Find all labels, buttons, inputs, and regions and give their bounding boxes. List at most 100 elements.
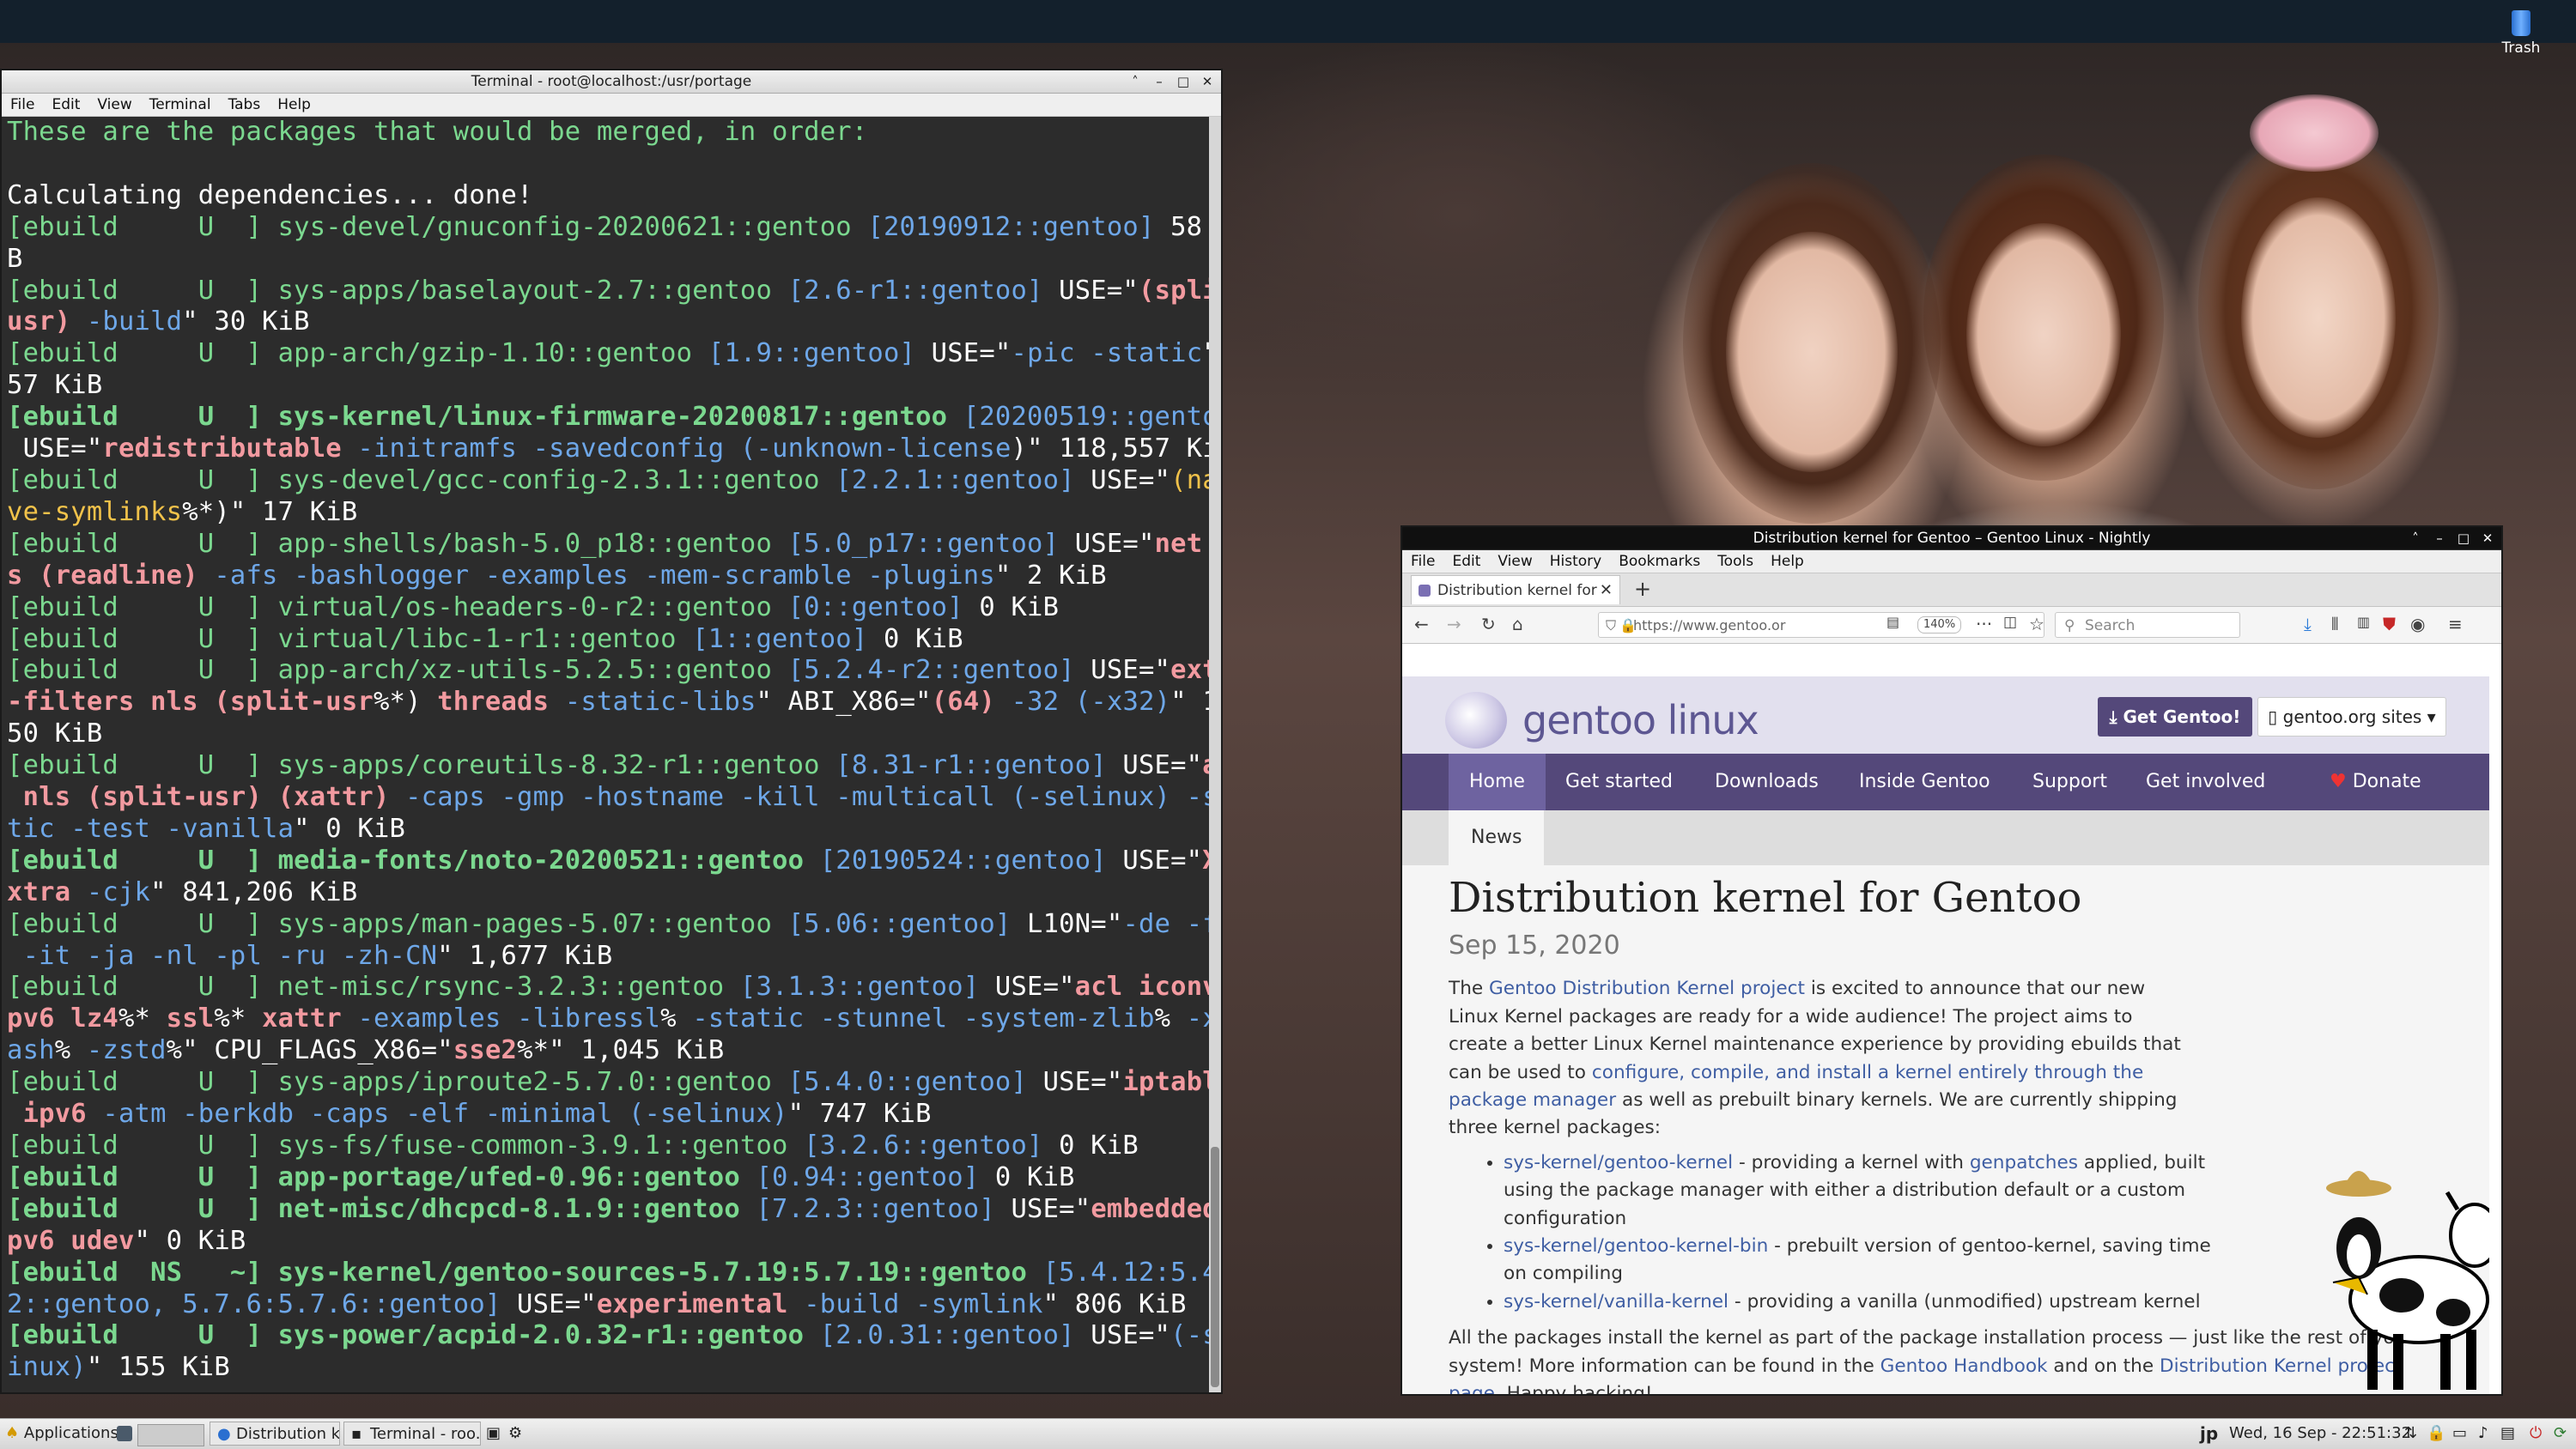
terminal-line: pv6 lz4%* ssl%* xattr -examples -libress… — [2, 1003, 1209, 1035]
browser-menu-file[interactable]: File — [1411, 550, 1435, 573]
search-box[interactable]: ⚲ Search — [2055, 612, 2240, 638]
subnav-news[interactable]: News — [1449, 810, 1545, 865]
zoom-indicator[interactable]: 140% — [1917, 616, 1962, 634]
terminal-scrollbar[interactable] — [1209, 117, 1221, 1392]
link-genpatches[interactable]: genpatches — [1970, 1152, 2078, 1173]
browser-menu-help[interactable]: Help — [1771, 550, 1804, 573]
nav-inside-gentoo[interactable]: Inside Gentoo — [1838, 754, 2011, 810]
terminal-text: app-portage/ufed-0.96::gentoo — [277, 1161, 756, 1192]
terminal-titlebar[interactable]: Terminal - root@localhost:/usr/portage ˄… — [2, 70, 1221, 94]
terminal-launcher-icon[interactable]: ▣ — [486, 1422, 501, 1446]
sidebar-icon[interactable]: ▥ — [2357, 614, 2370, 630]
nav-home-label: Home — [1469, 771, 1525, 792]
browser-menu-view[interactable]: View — [1498, 550, 1532, 573]
terminal-line: [ebuild U ] virtual/libc-1-r1::gentoo [1… — [2, 624, 1209, 656]
terminal-text: B — [7, 243, 23, 274]
link-gentoo-kernel-bin[interactable]: sys-kernel/gentoo-kernel-bin — [1504, 1235, 1768, 1257]
window-maximize-icon[interactable]: □ — [1175, 70, 1192, 93]
link-vanilla-kernel[interactable]: sys-kernel/vanilla-kernel — [1504, 1291, 1728, 1313]
pocket-icon[interactable]: ◫ — [2003, 614, 2017, 631]
window-minimize-icon[interactable]: – — [1151, 70, 1168, 93]
window-maximize-icon[interactable]: □ — [2455, 527, 2472, 549]
scrollbar-thumb[interactable] — [1211, 1147, 1219, 1387]
page-actions-icon[interactable]: ··· — [1976, 614, 1992, 634]
hamburger-menu-icon[interactable]: ≡ — [2448, 614, 2463, 634]
nav-home[interactable]: Home — [1449, 754, 1546, 810]
terminal-line: ve-symlinks%*)" 17 KiB — [2, 497, 1209, 529]
nav-downloads[interactable]: Downloads — [1694, 754, 1839, 810]
back-icon[interactable]: ← — [1414, 614, 1429, 634]
browser-menu-history[interactable]: History — [1550, 550, 1601, 573]
window-close-icon[interactable]: ✕ — [2479, 527, 2496, 549]
network-icon[interactable]: ⇅ — [2404, 1422, 2417, 1446]
trash-desktop-icon[interactable]: Trash — [2497, 10, 2545, 57]
link-gentoo-handbook[interactable]: Gentoo Handbook — [1880, 1355, 2048, 1377]
terminal-output[interactable]: These are the packages that would be mer… — [2, 117, 1209, 1392]
nav-donate-label: Donate — [2352, 771, 2421, 792]
bookmark-star-icon[interactable]: ☆ — [2029, 614, 2044, 634]
library-icon[interactable]: ⫴ — [2331, 614, 2338, 634]
link-distribution-kernel-project[interactable]: Gentoo Distribution Kernel project — [1489, 978, 1805, 999]
battery-icon[interactable]: ▭ — [2452, 1422, 2467, 1446]
downloads-icon[interactable]: ⤓ — [2304, 614, 2312, 634]
webpage-viewport[interactable]: gentoo linux ⤓ Get Gentoo! ▯ gentoo.org … — [1402, 676, 2489, 1394]
browser-menu-bookmarks[interactable]: Bookmarks — [1619, 550, 1700, 573]
ublock-icon[interactable]: ⛊ — [2383, 614, 2396, 634]
terminal-menu-help[interactable]: Help — [277, 94, 311, 116]
lock-icon[interactable]: 🔒 — [1619, 613, 1637, 639]
reader-view-icon[interactable]: ▤ — [1886, 614, 1899, 630]
power-icon[interactable]: ⏻ — [2530, 1422, 2542, 1446]
clipboard-icon[interactable]: ▤ — [2500, 1422, 2515, 1446]
gentoo-logo-icon[interactable] — [1445, 692, 1507, 749]
terminal-text: -32 (-x32) — [1011, 687, 1171, 718]
workspace-switcher[interactable] — [137, 1424, 204, 1446]
browser-window[interactable]: Distribution kernel for Gentoo – Gentoo … — [1402, 527, 2501, 1394]
site-logo-text[interactable]: gentoo linux — [1522, 697, 1759, 743]
update-icon[interactable]: ⟳ — [2554, 1422, 2567, 1446]
nav-get-involved[interactable]: Get involved — [2125, 754, 2286, 810]
task-browser[interactable]: ● Distribution k... — [210, 1422, 340, 1446]
window-pin-icon[interactable]: ˄ — [2407, 527, 2424, 549]
extension-icon[interactable]: ◉ — [2410, 614, 2425, 634]
nav-donate[interactable]: ♥ Donate — [2309, 754, 2442, 810]
browser-menu-tools[interactable]: Tools — [1717, 550, 1753, 573]
settings-launcher-icon[interactable]: ⚙ — [508, 1422, 522, 1446]
home-icon[interactable]: ⌂ — [1512, 614, 1523, 634]
reload-icon[interactable]: ↻ — [1481, 614, 1496, 634]
nav-support[interactable]: Support — [2012, 754, 2128, 810]
terminal-text: s (readline) — [7, 560, 198, 591]
terminal-text: [ebuild U ] — [7, 845, 278, 876]
tracking-shield-icon[interactable]: ⛉ — [1606, 613, 1616, 639]
terminal-menu-view[interactable]: View — [97, 94, 131, 116]
browser-menu-edit[interactable]: Edit — [1452, 550, 1480, 573]
new-tab-icon[interactable]: + — [1634, 573, 1651, 604]
tab-distribution-kernel[interactable]: Distribution kernel for ✕ — [1411, 575, 1620, 604]
terminal-menu-terminal[interactable]: Terminal — [149, 94, 211, 116]
terminal-text: (split- — [1139, 275, 1209, 306]
terminal-menu-file[interactable]: File — [10, 94, 34, 116]
applications-menu-button[interactable]: ♠ Applications — [5, 1422, 118, 1446]
terminal-window[interactable]: Terminal - root@localhost:/usr/portage ˄… — [2, 70, 1221, 1392]
show-desktop-icon[interactable] — [117, 1426, 132, 1441]
nav-get-started[interactable]: Get started — [1545, 754, 1693, 810]
terminal-line — [2, 149, 1209, 180]
volume-icon[interactable]: ♪ — [2478, 1422, 2488, 1446]
tab-close-icon[interactable]: ✕ — [1600, 576, 1613, 605]
window-pin-icon[interactable]: ˄ — [1127, 70, 1144, 93]
browser-task-icon: ● — [217, 1425, 231, 1443]
keyboard-layout[interactable]: jp — [2200, 1422, 2218, 1446]
terminal-text: experimental — [596, 1288, 788, 1319]
forward-icon[interactable]: → — [1447, 614, 1461, 634]
clock[interactable]: Wed, 16 Sep - 22:51:32 — [2229, 1422, 2411, 1446]
window-minimize-icon[interactable]: – — [2431, 527, 2448, 549]
task-terminal[interactable]: ▪ Terminal - roo... — [343, 1422, 481, 1446]
link-gentoo-kernel[interactable]: sys-kernel/gentoo-kernel — [1504, 1152, 1733, 1173]
gentoo-sites-dropdown[interactable]: ▯ gentoo.org sites ▾ — [2257, 697, 2446, 737]
terminal-menu-tabs[interactable]: Tabs — [228, 94, 261, 116]
window-close-icon[interactable]: ✕ — [1199, 70, 1216, 93]
get-gentoo-button[interactable]: ⤓ Get Gentoo! — [2098, 697, 2252, 737]
lock-screen-icon[interactable]: 🔒 — [2427, 1422, 2445, 1446]
browser-titlebar[interactable]: Distribution kernel for Gentoo – Gentoo … — [1402, 527, 2501, 550]
terminal-menu-edit[interactable]: Edit — [52, 94, 80, 116]
